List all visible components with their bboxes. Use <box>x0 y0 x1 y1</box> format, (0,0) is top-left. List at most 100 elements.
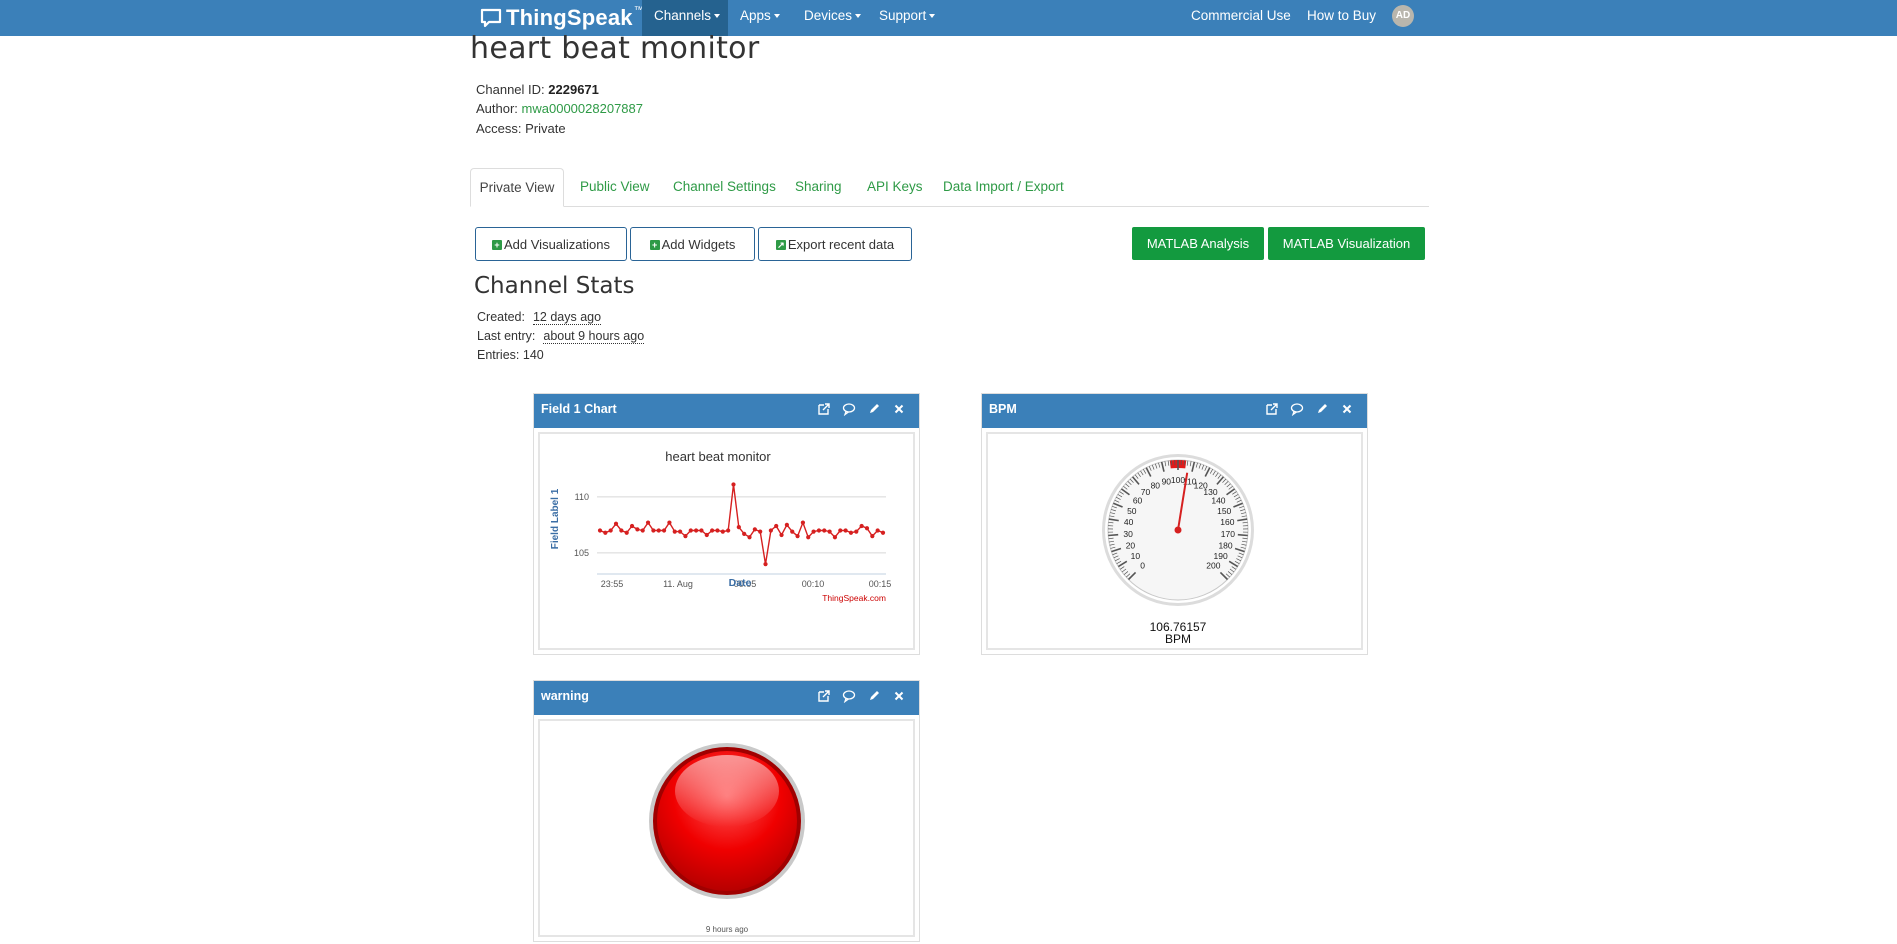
chart-data-point[interactable] <box>806 535 810 539</box>
chart-data-point[interactable] <box>881 531 885 535</box>
chart-data-point[interactable] <box>865 526 869 530</box>
export-icon: ↗ <box>776 240 786 250</box>
pencil-icon[interactable] <box>1315 402 1329 416</box>
chart-data-point[interactable] <box>870 534 874 538</box>
chart-data-point[interactable] <box>758 530 762 534</box>
chart-credit[interactable]: ThingSpeak.com <box>822 593 886 603</box>
pencil-icon[interactable] <box>867 689 881 703</box>
close-icon[interactable] <box>892 689 906 703</box>
nav-devices[interactable]: Devices <box>804 0 861 36</box>
chart-data-point[interactable] <box>742 532 746 536</box>
chart-data-point[interactable] <box>646 521 650 525</box>
add-visualizations-button[interactable]: +Add Visualizations <box>475 227 627 261</box>
chart-data-point[interactable] <box>790 530 794 534</box>
chart-data-point[interactable] <box>705 533 709 537</box>
gauge-tick <box>1108 535 1118 536</box>
chart-data-point[interactable] <box>774 524 778 528</box>
chart-data-point[interactable] <box>651 528 655 532</box>
gauge-tick-label: 90 <box>1162 476 1172 486</box>
chart-data-point[interactable] <box>715 528 719 532</box>
chart-data-point[interactable] <box>726 528 730 532</box>
chart-data-point[interactable] <box>822 528 826 532</box>
chart-data-point[interactable] <box>678 530 682 534</box>
author-label: Author: <box>476 101 518 116</box>
chart-data-point[interactable] <box>689 528 693 532</box>
chart-data-point[interactable] <box>854 530 858 534</box>
close-icon[interactable] <box>892 402 906 416</box>
stat-entries-label: Entries: <box>477 348 519 362</box>
chart-data-point[interactable] <box>635 527 639 531</box>
gauge-tick-label: 40 <box>1124 517 1134 527</box>
channel-id-row: Channel ID: 2229671 <box>476 82 599 97</box>
chart-data-point[interactable] <box>838 528 842 532</box>
chart-data-point[interactable] <box>763 562 767 566</box>
tab-sharing[interactable]: Sharing <box>795 168 842 206</box>
chart-data-point[interactable] <box>785 523 789 527</box>
chart-data-point[interactable] <box>598 528 602 532</box>
chart-data-point[interactable] <box>817 528 821 532</box>
tab-private-view[interactable]: Private View <box>470 168 564 207</box>
chart-data-point[interactable] <box>779 533 783 537</box>
chart-data-point[interactable] <box>619 528 623 532</box>
chart-data-point[interactable] <box>694 528 698 532</box>
chart-data-point[interactable] <box>833 535 837 539</box>
comment-icon[interactable] <box>842 402 856 416</box>
page-title: heart beat monitor <box>470 31 759 66</box>
chart-data-point[interactable] <box>753 527 757 531</box>
comment-icon[interactable] <box>842 689 856 703</box>
chart-data-point[interactable] <box>747 535 751 539</box>
chart-data-point[interactable] <box>662 528 666 532</box>
chart-data-point[interactable] <box>625 531 629 535</box>
brand-logo[interactable]: ThingSpeak ™ <box>480 4 644 32</box>
widget-title: BPM <box>989 394 1017 424</box>
chart-data-point[interactable] <box>641 528 645 532</box>
chart-data-point[interactable] <box>876 528 880 532</box>
matlab-visualization-button[interactable]: MATLAB Visualization <box>1268 227 1425 260</box>
external-link-icon[interactable] <box>817 689 831 703</box>
chart-data-point[interactable] <box>795 534 799 538</box>
chart-data-point[interactable] <box>603 531 607 535</box>
chart-data-point[interactable] <box>710 528 714 532</box>
chart-data-point[interactable] <box>737 525 741 529</box>
matlab-analysis-button[interactable]: MATLAB Analysis <box>1132 227 1264 260</box>
stat-created: Created:12 days ago <box>477 310 601 324</box>
export-recent-data-button[interactable]: ↗Export recent data <box>758 227 912 261</box>
close-icon[interactable] <box>1340 402 1354 416</box>
add-widgets-button[interactable]: +Add Widgets <box>630 227 755 261</box>
tab-channel-settings[interactable]: Channel Settings <box>673 168 776 206</box>
chart-title: heart beat monitor <box>665 449 771 464</box>
chart-data-point[interactable] <box>849 531 853 535</box>
tab-api-keys[interactable]: API Keys <box>867 168 923 206</box>
chart-data-point[interactable] <box>630 524 634 528</box>
external-link-icon[interactable] <box>1265 402 1279 416</box>
chart-data-point[interactable] <box>609 528 613 532</box>
line-chart: heart beat monitor 105110 23:5511. Aug00… <box>540 434 915 652</box>
chart-data-point[interactable] <box>657 528 661 532</box>
external-link-icon[interactable] <box>817 402 831 416</box>
chart-data-point[interactable] <box>614 522 618 526</box>
nav-commercial-use[interactable]: Commercial Use <box>1191 0 1291 36</box>
chart-y-axis-label: Field Label 1 <box>550 488 561 549</box>
tab-public-view[interactable]: Public View <box>580 168 650 206</box>
chart-data-point[interactable] <box>769 528 773 532</box>
chart-data-point[interactable] <box>721 530 725 534</box>
chart-data-point[interactable] <box>811 530 815 534</box>
chart-data-point[interactable] <box>860 524 864 528</box>
comment-icon[interactable] <box>1290 402 1304 416</box>
chart-data-point[interactable] <box>683 534 687 538</box>
tab-data-import-export[interactable]: Data Import / Export <box>943 168 1064 206</box>
chart-data-point[interactable] <box>828 530 832 534</box>
chart-data-point[interactable] <box>673 530 677 534</box>
pencil-icon[interactable] <box>867 402 881 416</box>
chart-data-point[interactable] <box>844 528 848 532</box>
avatar[interactable]: AD <box>1392 5 1414 27</box>
author-link[interactable]: mwa0000028207887 <box>522 101 643 116</box>
chart-data-point[interactable] <box>801 521 805 525</box>
chart-data-point[interactable] <box>731 482 735 486</box>
chart-data-point[interactable] <box>699 528 703 532</box>
chevron-down-icon <box>855 14 861 18</box>
chart-data-point[interactable] <box>667 521 671 525</box>
nav-how-to-buy[interactable]: How to Buy <box>1307 0 1376 36</box>
nav-support[interactable]: Support <box>879 0 935 36</box>
chart-x-tick-label: 00:15 <box>869 579 892 589</box>
